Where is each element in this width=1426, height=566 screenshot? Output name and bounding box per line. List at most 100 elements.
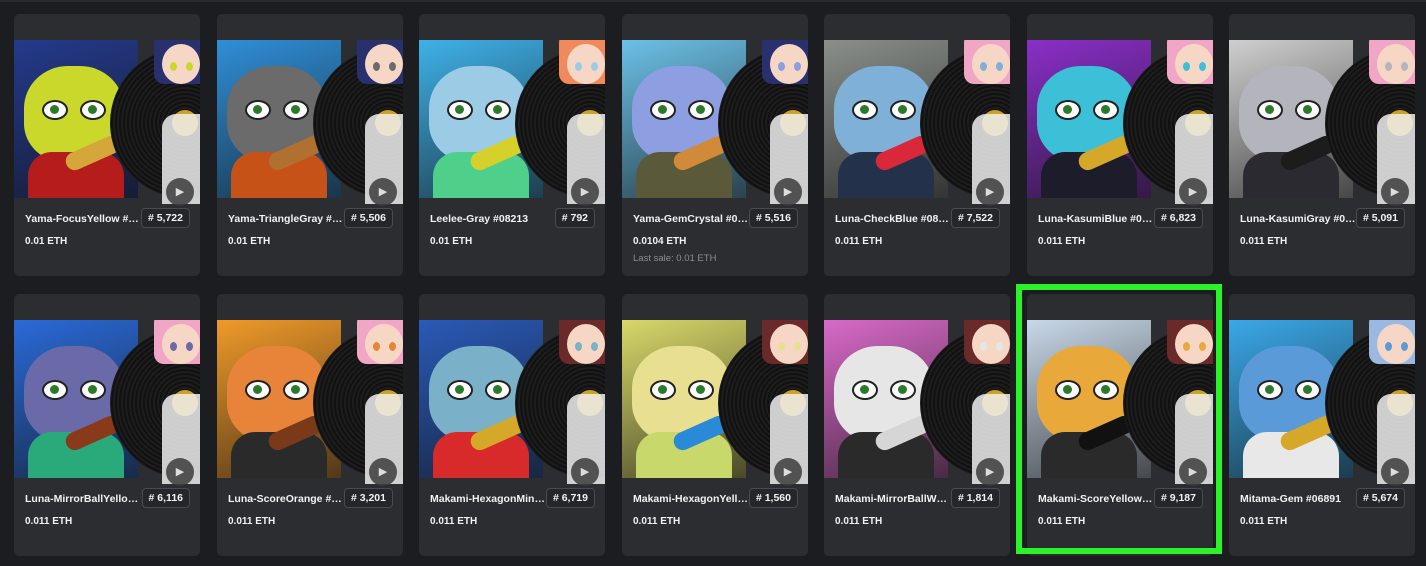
nft-name[interactable]: Leelee-Gray #08213 bbox=[430, 213, 546, 225]
nft-card[interactable]: ▶ Yama-FocusYellow #07... # 5,722 0.01 E… bbox=[14, 14, 200, 276]
eye-icon bbox=[1093, 100, 1119, 120]
eye-icon bbox=[1055, 380, 1081, 400]
nft-price: 0.011 ETH bbox=[1240, 236, 1288, 247]
nft-name[interactable]: Makami-HexagonMint ... bbox=[430, 493, 546, 505]
nft-artwork[interactable]: ▶ bbox=[419, 40, 605, 212]
play-icon[interactable]: ▶ bbox=[369, 458, 397, 486]
nft-name[interactable]: Mitama-Gem #06891 bbox=[1240, 493, 1356, 505]
nft-card[interactable]: ▶ Luna-KasumiGray #09... # 5,091 0.011 E… bbox=[1229, 14, 1415, 276]
nft-price: 0.011 ETH bbox=[1240, 516, 1288, 527]
last-sale: Last sale: 0.01 ETH bbox=[633, 253, 717, 264]
play-icon[interactable]: ▶ bbox=[166, 458, 194, 486]
rank-badge: # 6,719 bbox=[545, 488, 595, 508]
eye-icon bbox=[1257, 380, 1283, 400]
nft-artwork[interactable]: ▶ bbox=[14, 40, 200, 212]
eye-icon bbox=[1295, 100, 1321, 120]
nft-name[interactable]: Makami-HexagonYello... bbox=[633, 493, 749, 505]
nft-card[interactable]: ▶ Luna-CheckBlue #080... # 7,522 0.011 E… bbox=[824, 14, 1010, 276]
eye-icon bbox=[80, 380, 106, 400]
nft-price: 0.011 ETH bbox=[1038, 236, 1086, 247]
eye-icon bbox=[1257, 100, 1283, 120]
eye-icon bbox=[1055, 100, 1081, 120]
eye-icon bbox=[890, 100, 916, 120]
nft-name[interactable]: Luna-ScoreOrange #0... bbox=[228, 493, 344, 505]
nft-name[interactable]: Yama-GemCrystal #05... bbox=[633, 213, 749, 225]
eye-icon bbox=[1093, 380, 1119, 400]
rank-badge: # 792 bbox=[554, 208, 595, 228]
nft-artwork[interactable]: ▶ bbox=[1027, 40, 1213, 212]
nft-price: 0.011 ETH bbox=[633, 516, 681, 527]
nft-artwork[interactable]: ▶ bbox=[217, 320, 403, 492]
nft-name[interactable]: Yama-FocusYellow #07... bbox=[25, 213, 141, 225]
nft-card[interactable]: ▶ Makami-HexagonYello... # 1,560 0.011 E… bbox=[622, 294, 808, 556]
nft-name[interactable]: Yama-TriangleGray #0... bbox=[228, 213, 344, 225]
rank-badge: # 3,201 bbox=[343, 488, 393, 508]
eye-icon bbox=[283, 380, 309, 400]
top-divider bbox=[0, 0, 1426, 2]
nft-price: 0.011 ETH bbox=[1038, 516, 1086, 527]
nft-name[interactable]: Luna-MirrorBallYellow ... bbox=[25, 493, 141, 505]
rank-badge: # 6,116 bbox=[141, 488, 190, 508]
nft-artwork[interactable]: ▶ bbox=[824, 40, 1010, 212]
nft-artwork[interactable]: ▶ bbox=[622, 40, 808, 212]
nft-card[interactable]: ▶ Luna-ScoreOrange #0... # 3,201 0.011 E… bbox=[217, 294, 403, 556]
nft-name[interactable]: Luna-KasumiBlue #06... bbox=[1038, 213, 1154, 225]
nft-artwork[interactable]: ▶ bbox=[824, 320, 1010, 492]
nft-artwork[interactable]: ▶ bbox=[1229, 320, 1415, 492]
nft-card[interactable]: ▶ Makami-ScoreYellow #... # 9,187 0.011 … bbox=[1027, 294, 1213, 556]
nft-artwork[interactable]: ▶ bbox=[622, 320, 808, 492]
rank-badge: # 5,516 bbox=[748, 208, 798, 228]
nft-card[interactable]: ▶ Makami-MirrorBallWhit... # 1,814 0.011… bbox=[824, 294, 1010, 556]
nft-artwork[interactable]: ▶ bbox=[1027, 320, 1213, 492]
play-icon[interactable]: ▶ bbox=[1179, 178, 1207, 206]
play-icon[interactable]: ▶ bbox=[369, 178, 397, 206]
rank-badge: # 1,560 bbox=[748, 488, 798, 508]
play-icon[interactable]: ▶ bbox=[571, 458, 599, 486]
nft-artwork[interactable]: ▶ bbox=[1229, 40, 1415, 212]
play-icon[interactable]: ▶ bbox=[976, 178, 1004, 206]
nft-card[interactable]: ▶ Luna-MirrorBallYellow ... # 6,116 0.01… bbox=[14, 294, 200, 556]
play-icon[interactable]: ▶ bbox=[166, 178, 194, 206]
nft-artwork[interactable]: ▶ bbox=[217, 40, 403, 212]
nft-name[interactable]: Makami-ScoreYellow #... bbox=[1038, 493, 1154, 505]
nft-card[interactable]: ▶ Makami-HexagonMint ... # 6,719 0.011 E… bbox=[419, 294, 605, 556]
eye-icon bbox=[245, 100, 271, 120]
play-icon[interactable]: ▶ bbox=[1381, 178, 1409, 206]
nft-price: 0.01 ETH bbox=[430, 236, 473, 247]
eye-icon bbox=[447, 380, 473, 400]
rank-badge: # 5,506 bbox=[343, 208, 393, 228]
rank-badge: # 5,091 bbox=[1355, 208, 1405, 228]
nft-price: 0.0104 ETH bbox=[633, 236, 687, 247]
nft-artwork[interactable]: ▶ bbox=[14, 320, 200, 492]
nft-price: 0.011 ETH bbox=[25, 516, 73, 527]
nft-price: 0.011 ETH bbox=[228, 516, 276, 527]
nft-name[interactable]: Makami-MirrorBallWhit... bbox=[835, 493, 951, 505]
nft-card[interactable]: ▶ Leelee-Gray #08213 # 792 0.01 ETH bbox=[419, 14, 605, 276]
play-icon[interactable]: ▶ bbox=[1381, 458, 1409, 486]
eye-icon bbox=[688, 380, 714, 400]
play-icon[interactable]: ▶ bbox=[774, 458, 802, 486]
nft-price: 0.011 ETH bbox=[835, 236, 883, 247]
rank-badge: # 9,187 bbox=[1153, 488, 1203, 508]
eye-icon bbox=[650, 380, 676, 400]
play-icon[interactable]: ▶ bbox=[976, 458, 1004, 486]
nft-card[interactable]: ▶ Luna-KasumiBlue #06... # 6,823 0.011 E… bbox=[1027, 14, 1213, 276]
rank-badge: # 7,522 bbox=[950, 208, 1000, 228]
play-icon[interactable]: ▶ bbox=[774, 178, 802, 206]
nft-card[interactable]: ▶ Yama-TriangleGray #0... # 5,506 0.01 E… bbox=[217, 14, 403, 276]
eye-icon bbox=[852, 100, 878, 120]
rank-badge: # 6,823 bbox=[1153, 208, 1203, 228]
nft-price: 0.011 ETH bbox=[835, 516, 883, 527]
eye-icon bbox=[650, 100, 676, 120]
eye-icon bbox=[890, 380, 916, 400]
play-icon[interactable]: ▶ bbox=[1179, 458, 1207, 486]
eye-icon bbox=[42, 100, 68, 120]
nft-card[interactable]: ▶ Yama-GemCrystal #05... # 5,516 0.0104 … bbox=[622, 14, 808, 276]
play-icon[interactable]: ▶ bbox=[571, 178, 599, 206]
nft-card[interactable]: ▶ Mitama-Gem #06891 # 5,674 0.011 ETH bbox=[1229, 294, 1415, 556]
nft-name[interactable]: Luna-CheckBlue #080... bbox=[835, 213, 951, 225]
nft-price: 0.011 ETH bbox=[430, 516, 478, 527]
eye-icon bbox=[447, 100, 473, 120]
nft-artwork[interactable]: ▶ bbox=[419, 320, 605, 492]
nft-name[interactable]: Luna-KasumiGray #09... bbox=[1240, 213, 1356, 225]
